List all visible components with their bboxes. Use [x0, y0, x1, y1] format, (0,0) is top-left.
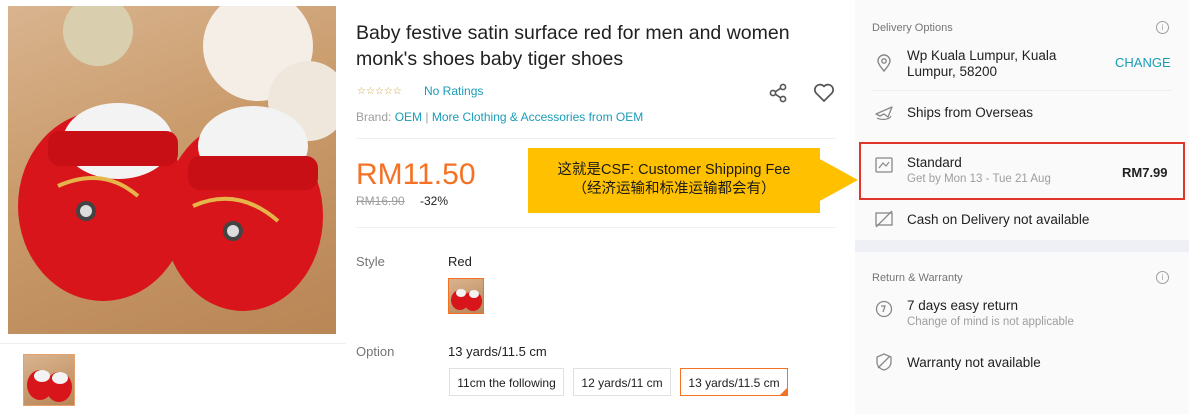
return-icon [874, 299, 894, 319]
share-icon[interactable] [768, 83, 788, 103]
product-title: Baby festive satin surface red for men a… [356, 22, 790, 70]
brand-link[interactable]: OEM [395, 110, 422, 124]
shield-icon [874, 352, 894, 372]
address-line-1: Wp Kuala Lumpur, Kuala [907, 48, 1057, 63]
divider [356, 227, 836, 228]
style-value: Red [448, 254, 472, 269]
cash-icon [874, 209, 894, 229]
annotation-callout: 这就是CSF: Customer Shipping Fee （经济运输和标准运输… [528, 148, 820, 213]
info-icon[interactable]: i [1156, 271, 1169, 284]
heart-icon[interactable] [813, 83, 835, 103]
plane-icon [874, 102, 894, 122]
ships-from-text: Ships from Overseas [907, 105, 1034, 120]
more-from-brand-link[interactable]: More Clothing & Accessories from OEM [432, 110, 643, 124]
discount-badge: -32% [420, 194, 449, 208]
option-button[interactable]: 11cm the following [449, 368, 564, 396]
option-label: Option [356, 344, 395, 359]
annotation-line-1: 这就是CSF: Customer Shipping Fee [557, 162, 791, 178]
style-label: Style [356, 254, 385, 269]
return-title: 7 days easy return [907, 298, 1019, 313]
standard-delivery-highlight [859, 142, 1185, 200]
brand-separator: | [425, 110, 429, 124]
selected-corner-marker [780, 388, 787, 395]
divider [356, 138, 836, 139]
annotation-line-2: （经济运输和标准运输都会有） [572, 181, 776, 197]
product-thumbnail[interactable] [23, 354, 75, 406]
warranty-text: Warranty not available [907, 355, 1041, 370]
divider [872, 90, 1172, 91]
return-warranty-title: Return & Warranty [872, 272, 963, 284]
option-button[interactable]: 12 yards/11 cm [573, 368, 671, 396]
ratings-link[interactable]: No Ratings [424, 84, 483, 98]
current-price: RM11.50 [356, 158, 476, 191]
rating-stars[interactable]: ☆☆☆☆☆ [357, 86, 402, 97]
style-swatch-red[interactable] [448, 278, 484, 314]
original-price: RM16.90 [356, 194, 405, 208]
delivery-options-title: Delivery Options [872, 22, 953, 34]
brand-row: Brand: OEM | More Clothing & Accessories… [356, 110, 643, 124]
annotation-arrow [818, 158, 858, 202]
option-button-selected[interactable]: 13 yards/11.5 cm [680, 368, 788, 396]
change-address-link[interactable]: CHANGE [1115, 55, 1171, 70]
brand-label: Brand: [356, 110, 392, 124]
product-main-image[interactable] [8, 6, 336, 334]
address-line-2: Lumpur, 58200 [907, 64, 998, 79]
option-button-label: 13 yards/11.5 cm [688, 376, 780, 390]
cod-text: Cash on Delivery not available [907, 212, 1090, 227]
option-value: 13 yards/11.5 cm [448, 344, 547, 359]
return-subtitle: Change of mind is not applicable [907, 316, 1074, 328]
location-pin-icon [874, 53, 894, 73]
panel-section-divider [855, 240, 1189, 252]
info-icon[interactable]: i [1156, 21, 1169, 34]
